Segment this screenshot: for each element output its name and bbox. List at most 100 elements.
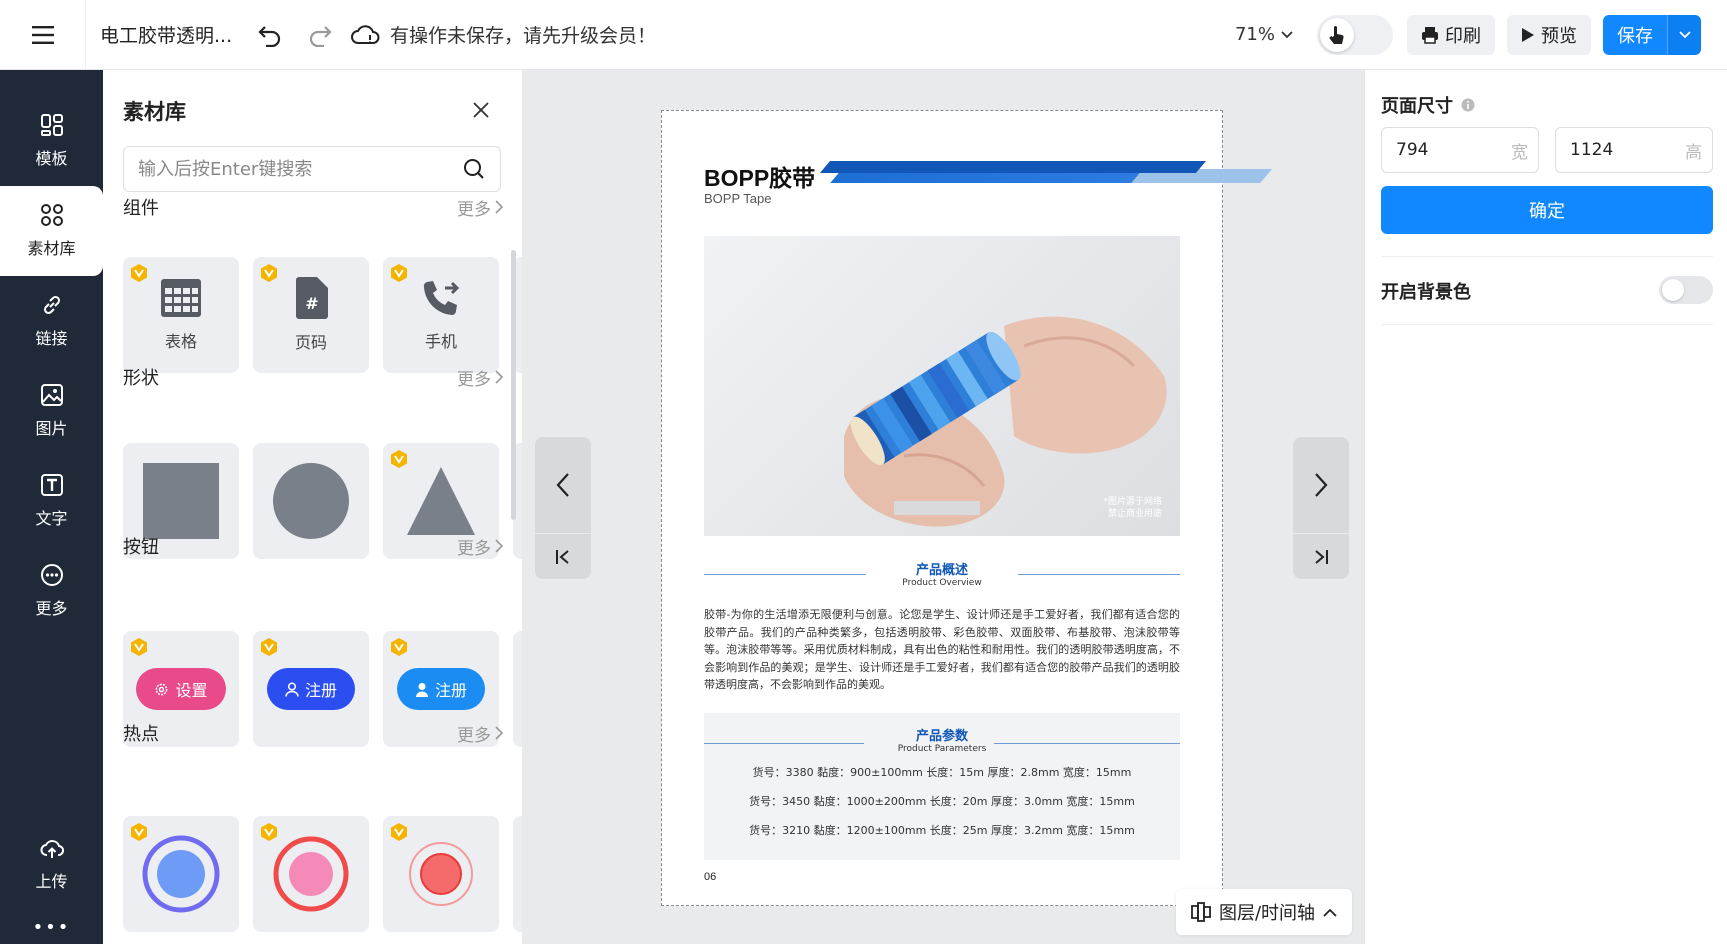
page-width-field[interactable]: 794 宽 [1381,127,1539,173]
width-value: 794 [1396,140,1429,160]
component-card-page-number[interactable]: # 页码 [253,257,369,373]
hotspot-card-partial[interactable] [513,816,522,932]
menu-button[interactable] [0,0,86,70]
search-icon[interactable] [462,157,486,181]
hotspot-card-blue[interactable] [123,816,239,932]
first-page-icon [556,549,569,564]
vip-badge-icon [261,638,277,656]
triangle-shape-icon [407,467,475,535]
prev-page-button[interactable] [535,437,591,533]
nav-item-upload[interactable]: 上传 [0,820,103,910]
chevron-up-icon [1323,908,1337,917]
search-box [123,146,501,192]
hotspot-pink-icon [273,836,349,912]
background-color-toggle[interactable] [1659,276,1713,304]
vip-badge-icon [131,638,147,656]
button-card-partial[interactable] [513,631,522,747]
height-unit: 高 [1685,142,1702,163]
canvas-area: BOPP胶带 BOPP Tape *图片源于网络 禁止商业用途 产品概述 Pro… [522,70,1364,944]
section-title: 按钮 [123,537,159,558]
section-title: 形状 [123,368,159,389]
nav-item-image[interactable]: 图片 [0,366,103,456]
last-page-button[interactable] [1293,533,1349,579]
next-page-button[interactable] [1293,437,1349,533]
page-size-heading: 页面尺寸 [1381,92,1475,118]
nav-item-label: 文字 [35,509,68,528]
nav-overflow-dots[interactable]: ••• [0,917,103,938]
save-options-button[interactable] [1667,14,1701,55]
zoom-dropdown[interactable]: 71% [1235,24,1293,45]
parameter-row: 货号：3450 黏度：1000±200mm 长度：20m 厚度：3.0mm 宽度… [749,795,1135,808]
close-panel-button[interactable] [469,98,493,122]
overview-title-cn: 产品概述 [915,563,968,578]
divider [1381,324,1713,325]
undo-button[interactable] [250,15,290,55]
nav-item-template[interactable]: 模板 [0,96,103,186]
toggle-knob [1662,279,1684,301]
prev-page-nav [535,437,591,579]
layers-timeline-button[interactable]: 图层/时间轴 [1176,889,1352,935]
divider [1381,256,1713,257]
sample-register-button: 注册 [396,668,485,710]
parameters-title-en: Product Parameters [897,744,987,754]
component-card-table[interactable]: 表格 [123,257,239,373]
print-button[interactable]: 印刷 [1407,14,1495,55]
hamburger-icon [31,25,54,44]
background-color-label: 开启背景色 [1381,282,1471,303]
section-header-hotspots: 热点 更多 [123,720,503,746]
parameters-heading: 产品参数 Product Parameters [704,725,1180,754]
cloud-upload-icon [39,840,64,858]
more-link[interactable]: 更多 [457,195,503,220]
section-title: 热点 [123,724,159,745]
hotspot-card-pink[interactable] [253,816,369,932]
parameter-row: 货号：3380 黏度：900±100mm 长度：15m 厚度：2.8mm 宽度：… [752,766,1132,779]
product-photo[interactable]: *图片源于网络 禁止商业用途 [704,236,1180,536]
template-icon [40,114,63,136]
more-link[interactable]: 更多 [457,365,503,390]
gear-icon [156,683,168,695]
hotspot-blue-icon [142,835,220,913]
chevron-right-icon [495,539,503,553]
nav-item-link[interactable]: 链接 [0,276,103,366]
save-button[interactable]: 保存 [1603,14,1667,55]
link-icon [43,295,60,315]
next-page-nav [1293,437,1349,579]
search-input[interactable] [138,158,462,180]
nav-item-text[interactable]: 文字 [0,456,103,546]
vip-badge-icon [391,823,407,841]
panel-title: 素材库 [123,100,186,124]
preview-button[interactable]: 预览 [1507,14,1591,55]
close-icon [473,102,489,118]
component-card-phone[interactable]: 手机 [383,257,499,373]
vip-badge-icon [131,264,147,282]
document-page[interactable]: BOPP胶带 BOPP Tape *图片源于网络 禁止商业用途 产品概述 Pro… [661,110,1272,906]
nav-item-more[interactable]: 更多 [0,546,103,636]
document-title[interactable]: 电工胶带透明... [100,21,240,48]
nav-item-materials[interactable]: 素材库 [0,186,103,276]
redo-button[interactable] [300,15,340,55]
width-unit: 宽 [1511,142,1528,163]
print-label: 印刷 [1445,25,1481,47]
tape-roll-in-hands-image [844,316,1167,527]
hotspot-card-red[interactable] [383,816,499,932]
top-toolbar: 电工胶带透明... 有操作未保存，请先升级会员！ 71% 印刷 预览 保存 [0,0,1727,70]
touch-mode-toggle[interactable] [1317,14,1393,55]
hand-pointer-icon [1320,17,1354,52]
chevron-right-icon [1315,473,1328,497]
more-link[interactable]: 更多 [457,534,503,559]
confirm-button[interactable]: 确定 [1381,186,1713,234]
vip-badge-icon [261,823,277,841]
info-icon[interactable] [1461,98,1475,112]
more-link[interactable]: 更多 [457,721,503,746]
panel-scrollbar[interactable] [511,250,516,520]
vip-badge-icon [391,638,407,656]
user-outline-icon [285,681,299,697]
page-number-icon: # [296,277,328,319]
page-height-field[interactable]: 1124 高 [1555,127,1713,173]
layers-icon [1191,902,1211,922]
image-icon [40,384,63,406]
parameters-title-cn: 产品参数 [915,729,968,744]
chevron-down-icon [1678,30,1691,38]
first-page-button[interactable] [535,533,591,579]
vip-badge-icon [391,450,407,468]
